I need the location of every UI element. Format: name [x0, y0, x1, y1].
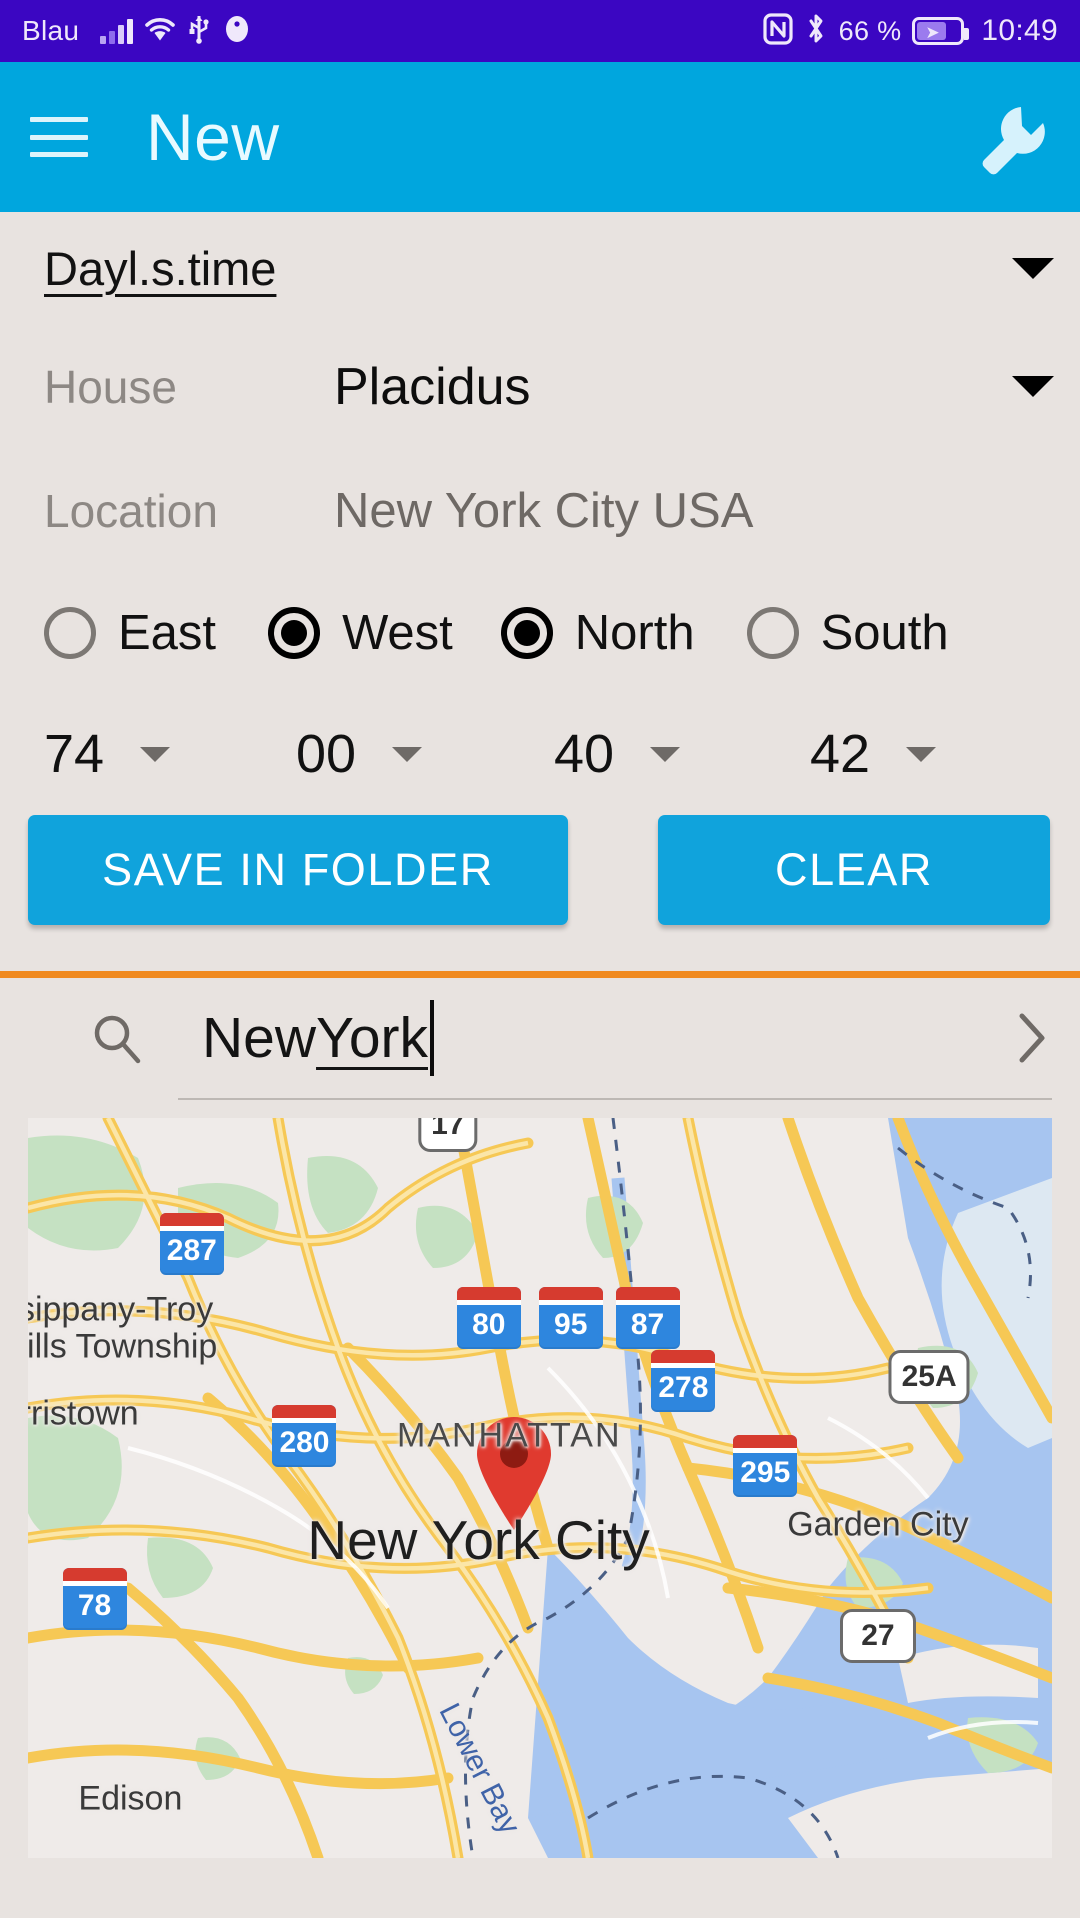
battery-percent-label: 66 % [838, 15, 902, 46]
radio-north-circle[interactable] [500, 607, 553, 659]
page-title: New [146, 100, 280, 174]
highway-shield: 78 [62, 1568, 127, 1630]
coordinate-value-1: 74 [44, 724, 105, 784]
map-label-township-2: Hills Township [28, 1327, 218, 1366]
shield-number: 280 [279, 1426, 330, 1460]
state-route-shield: 17 [418, 1118, 478, 1153]
shield-number: 95 [554, 1307, 588, 1341]
nfc-icon [763, 12, 793, 50]
chevron-down-icon[interactable] [1012, 376, 1054, 397]
save-in-folder-button[interactable]: SAVE IN FOLDER [28, 815, 568, 925]
radio-south-circle[interactable] [746, 607, 799, 659]
highway-shield: 87 [615, 1286, 680, 1349]
daylight-saving-label: Dayl.s.time [44, 241, 277, 295]
state-route-shield: 27 [839, 1609, 916, 1663]
map-label-morristown: rristown [28, 1394, 139, 1433]
bluetooth-icon [804, 12, 828, 51]
coordinate-dropdown-4[interactable]: 42 [810, 723, 937, 785]
location-label: Location [44, 485, 218, 537]
chevron-right-icon[interactable] [1014, 1010, 1050, 1066]
wifi-icon [144, 16, 176, 47]
highway-shield: 80 [456, 1286, 521, 1349]
usb-icon [187, 14, 211, 49]
shield-number: 78 [77, 1589, 112, 1622]
coordinate-dropdown-1[interactable]: 74 [44, 723, 296, 785]
chevron-down-icon[interactable] [140, 746, 171, 762]
shield-number: 295 [740, 1455, 791, 1489]
radio-north[interactable]: North [500, 605, 695, 661]
radio-east-label: East [118, 606, 217, 660]
chevron-down-icon[interactable] [392, 746, 423, 762]
search-section: New York [0, 978, 1080, 1100]
search-underline [178, 1098, 1052, 1100]
circle-icon [222, 14, 252, 49]
radio-south[interactable]: South [746, 605, 949, 661]
search-text-plain: New [202, 1006, 317, 1070]
search-text-misspelled: York [316, 1006, 428, 1070]
direction-radio-group: East West North South [0, 573, 1080, 693]
radio-east[interactable]: East [44, 605, 216, 661]
radio-west[interactable]: West [268, 605, 453, 661]
map-label-borough: MANHATTAN [397, 1416, 622, 1455]
map-label-edison: Edison [78, 1779, 183, 1818]
status-bar: Blau 66 % ➤ 10:49 [0, 0, 1080, 62]
radio-south-label: South [820, 606, 949, 660]
radio-east-circle[interactable] [44, 607, 96, 659]
shield-number: 287 [166, 1233, 217, 1267]
highway-shield: 295 [733, 1434, 798, 1497]
wrench-icon[interactable] [974, 99, 1050, 175]
map-label-township-1: rsippany-Troy [28, 1290, 214, 1329]
highway-shield: 95 [538, 1286, 603, 1349]
radio-west-circle[interactable] [268, 607, 321, 659]
chevron-down-icon[interactable] [906, 746, 937, 762]
chevron-down-icon[interactable] [1012, 257, 1054, 279]
location-value: New York City USA [334, 484, 754, 538]
state-route-shield: 25A [888, 1350, 970, 1404]
chevron-down-icon[interactable] [650, 746, 681, 762]
map-view[interactable]: 287 80 95 87 278 280 295 78 25A 27 17 Ne… [28, 1118, 1052, 1858]
highway-shield: 278 [651, 1349, 716, 1412]
radio-west-label: West [342, 606, 453, 660]
shield-number: 27 [839, 1609, 916, 1663]
clock-label: 10:49 [981, 14, 1058, 47]
app-bar: New [0, 62, 1080, 212]
search-icon[interactable] [90, 1011, 144, 1065]
app-screen: Blau 66 % ➤ 10:49 New Dayl.s.time House … [0, 0, 1080, 1918]
birth-data-form: Dayl.s.time House Placidus Location New … [0, 212, 1080, 978]
coordinate-value-3: 40 [554, 724, 615, 784]
highway-shield: 280 [272, 1405, 337, 1468]
highway-shield: 287 [159, 1212, 224, 1275]
status-bar-right: 66 % ➤ 10:49 [763, 12, 1058, 51]
location-row[interactable]: Location New York City USA [0, 449, 1080, 573]
map-label-town: Garden City [787, 1505, 969, 1544]
signal-icon [100, 18, 134, 44]
map-label-city: New York City [307, 1508, 650, 1571]
shield-number: 80 [472, 1307, 506, 1341]
hamburger-icon[interactable] [30, 117, 88, 157]
carrier-label: Blau [22, 15, 80, 46]
house-label: House [44, 360, 177, 413]
coordinate-value-4: 42 [810, 724, 871, 784]
form-actions: SAVE IN FOLDER CLEAR [0, 815, 1080, 963]
text-cursor [430, 1000, 434, 1076]
coordinate-dropdown-2[interactable]: 00 [296, 723, 554, 785]
search-input[interactable]: New York [202, 1000, 434, 1076]
shield-number: 25A [888, 1350, 970, 1404]
radio-north-label: North [574, 606, 695, 660]
coordinate-value-2: 00 [296, 724, 357, 784]
coordinates-row: 74 00 40 42 [0, 693, 1080, 815]
section-divider [0, 971, 1080, 978]
battery-icon: ➤ [912, 17, 970, 45]
shield-number: 87 [630, 1307, 665, 1341]
clear-button[interactable]: CLEAR [658, 815, 1050, 925]
search-bar[interactable]: New York [0, 978, 1080, 1098]
house-value: Placidus [334, 357, 531, 416]
house-system-row[interactable]: House Placidus [0, 324, 1080, 449]
daylight-saving-row[interactable]: Dayl.s.time [0, 212, 1080, 324]
coordinate-dropdown-3[interactable]: 40 [554, 723, 810, 785]
status-bar-left: Blau [22, 14, 252, 49]
shield-number: 278 [658, 1370, 709, 1404]
